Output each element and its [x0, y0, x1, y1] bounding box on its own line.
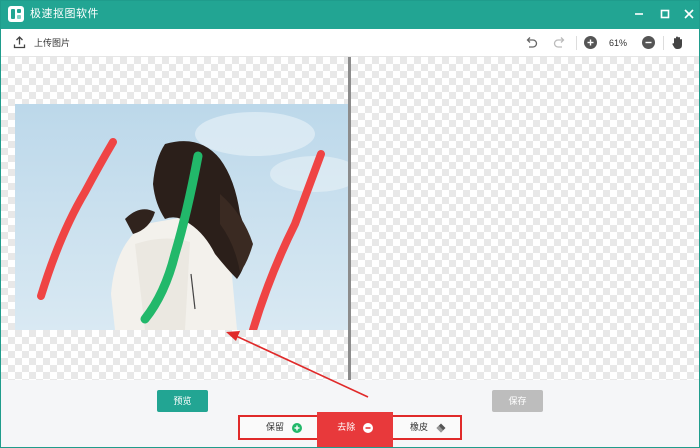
maximize-icon[interactable] — [657, 6, 673, 22]
title-bar: 极速抠图软件 — [0, 0, 700, 29]
zoom-out-icon[interactable] — [641, 35, 656, 50]
keep-tool[interactable]: 保留 — [266, 417, 302, 438]
upload-image-button[interactable]: 上传图片 — [34, 37, 70, 49]
app-title: 极速抠图软件 — [30, 8, 99, 20]
cloud — [195, 112, 315, 156]
preview-button[interactable]: 预览 — [157, 390, 208, 412]
toolbar-separator — [576, 36, 577, 50]
close-icon[interactable] — [681, 6, 697, 22]
keep-tool-label: 保留 — [266, 422, 285, 432]
zoom-in-icon[interactable] — [583, 35, 598, 50]
zoom-level: 61% — [609, 38, 628, 48]
compare-divider[interactable] — [348, 57, 351, 380]
hand-icon[interactable] — [670, 35, 685, 50]
toolbar-separator — [663, 36, 664, 50]
undo-icon[interactable] — [524, 35, 539, 50]
redo-icon[interactable] — [552, 35, 567, 50]
app-logo-icon — [8, 6, 24, 22]
toolbar: 上传图片 61% — [1, 29, 699, 57]
remove-tool-label: 去除 — [337, 422, 356, 432]
eraser-tool-label: 橡皮 — [410, 422, 429, 432]
save-button[interactable]: 保存 — [492, 390, 543, 412]
minimize-icon[interactable] — [631, 6, 647, 22]
minus-circle-icon — [362, 422, 373, 433]
result-canvas — [351, 57, 699, 380]
eraser-icon — [436, 423, 446, 433]
eraser-tool[interactable]: 橡皮 — [410, 417, 446, 438]
upload-icon[interactable] — [13, 36, 26, 49]
remove-tool[interactable]: 去除 — [317, 412, 393, 447]
plus-circle-icon — [291, 422, 302, 433]
source-photo — [15, 104, 348, 330]
brush-tool-group: 保留 去除 橡皮 — [238, 412, 462, 447]
